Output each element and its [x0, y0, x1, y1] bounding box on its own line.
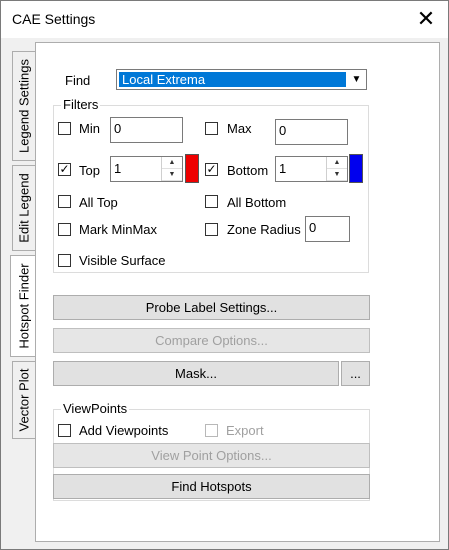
find-hotspots-button[interactable]: Find Hotspots [53, 474, 370, 499]
close-icon[interactable]: ✕ [412, 5, 440, 33]
mask-button[interactable]: Mask... [53, 361, 339, 386]
stepper-down-icon[interactable]: ▼ [327, 169, 347, 181]
view-point-options-button[interactable]: View Point Options... [53, 443, 370, 468]
max-checkbox[interactable] [205, 122, 218, 135]
find-dropdown[interactable]: Local Extrema ▼ [116, 69, 367, 90]
bottom-label: Bottom [227, 163, 269, 178]
bottom-stepper-value: 1 [279, 161, 287, 176]
tab-hotspot-finder[interactable]: Hotspot Finder [10, 255, 36, 357]
min-checkbox[interactable] [58, 122, 71, 135]
bottom-color-swatch[interactable] [349, 154, 363, 183]
title-bar: CAE Settings ✕ [1, 1, 448, 38]
all-bottom-label: All Bottom [227, 195, 287, 210]
compare-options-button[interactable]: Compare Options... [53, 328, 370, 353]
top-label: Top [79, 163, 100, 178]
bottom-checkbox[interactable]: ✓ [205, 163, 218, 176]
stepper-down-icon[interactable]: ▼ [162, 169, 182, 181]
top-stepper[interactable]: 1 ▲ ▼ [110, 156, 183, 182]
zone-radius-checkbox[interactable] [205, 223, 218, 236]
tab-vector-plot[interactable]: Vector Plot [12, 361, 35, 439]
bottom-stepper-arrows[interactable]: ▲ ▼ [326, 157, 347, 181]
visible-surface-label: Visible Surface [79, 253, 166, 268]
probe-label-settings-button[interactable]: Probe Label Settings... [53, 295, 370, 320]
stepper-up-icon[interactable]: ▲ [162, 157, 182, 169]
cae-settings-window: CAE Settings ✕ Legend Settings Edit Lege… [0, 0, 449, 550]
tab-label: Hotspot Finder [16, 263, 31, 349]
tab-label: Legend Settings [16, 59, 32, 153]
export-checkbox[interactable] [205, 424, 218, 437]
window-title: CAE Settings [12, 11, 96, 27]
export-label: Export [226, 423, 264, 438]
chevron-down-icon[interactable]: ▼ [348, 71, 365, 88]
bottom-stepper[interactable]: 1 ▲ ▼ [275, 156, 348, 182]
all-top-label: All Top [79, 195, 118, 210]
top-color-swatch[interactable] [185, 154, 199, 183]
find-dropdown-value: Local Extrema [119, 72, 346, 87]
all-top-checkbox[interactable] [58, 195, 71, 208]
add-viewpoints-checkbox[interactable] [58, 424, 71, 437]
filters-group-title: Filters [61, 97, 101, 112]
all-bottom-checkbox[interactable] [205, 195, 218, 208]
mark-minmax-checkbox[interactable] [58, 223, 71, 236]
min-label: Min [79, 121, 100, 136]
zone-radius-field[interactable]: 0 [305, 216, 350, 242]
max-field[interactable]: 0 [275, 119, 348, 145]
mask-more-button[interactable]: ... [341, 361, 370, 386]
tab-legend-settings[interactable]: Legend Settings [12, 51, 35, 161]
viewpoints-group-title: ViewPoints [61, 401, 130, 416]
stepper-up-icon[interactable]: ▲ [327, 157, 347, 169]
mark-minmax-label: Mark MinMax [79, 222, 158, 237]
tab-edit-legend[interactable]: Edit Legend [12, 165, 35, 251]
find-label: Find [65, 73, 91, 88]
top-checkbox[interactable]: ✓ [58, 163, 71, 176]
min-field[interactable]: 0 [110, 117, 183, 143]
visible-surface-checkbox[interactable] [58, 254, 71, 267]
top-stepper-value: 1 [114, 161, 122, 176]
tab-label: Vector Plot [16, 368, 32, 432]
zone-radius-label: Zone Radius [227, 222, 301, 237]
max-label: Max [227, 121, 252, 136]
top-stepper-arrows[interactable]: ▲ ▼ [161, 157, 182, 181]
tab-label: Edit Legend [16, 173, 32, 243]
add-viewpoints-label: Add Viewpoints [79, 423, 169, 438]
